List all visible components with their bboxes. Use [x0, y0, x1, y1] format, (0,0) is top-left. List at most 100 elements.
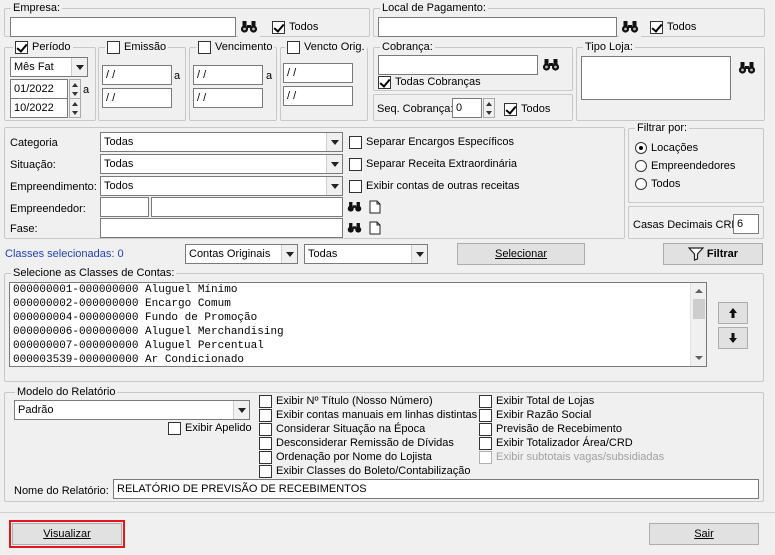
- spin-up-icon[interactable]: [70, 80, 80, 89]
- empreendedor-search-button[interactable]: [346, 198, 362, 216]
- emissao-from-input[interactable]: / /: [102, 65, 172, 85]
- modelo-option-checkbox[interactable]: Desconsiderar Remissão de Dívidas: [259, 436, 454, 450]
- radio-icon: [635, 178, 647, 190]
- list-item[interactable]: 000000001-000000000 Aluguel Mínimo: [10, 283, 706, 297]
- spin-up-icon[interactable]: [484, 99, 494, 108]
- chevron-down-icon[interactable]: [326, 177, 342, 195]
- chevron-down-icon[interactable]: [71, 58, 87, 76]
- modelo-option-checkbox[interactable]: Previsão de Recebimento: [479, 422, 622, 436]
- local-pagamento-todos-checkbox[interactable]: Todos: [650, 20, 696, 34]
- seq-cobranca-todos-checkbox[interactable]: Todos: [504, 102, 550, 116]
- visualizar-button[interactable]: Visualizar: [9, 520, 125, 548]
- seq-cobranca-spinner[interactable]: [483, 98, 495, 118]
- todas-cobrancas-checkbox[interactable]: Todas Cobranças: [378, 75, 481, 89]
- classes-todas-select[interactable]: Todas: [304, 244, 428, 264]
- sair-button[interactable]: Sair: [649, 523, 759, 545]
- situacao-select[interactable]: Todas: [100, 154, 343, 174]
- fase-input[interactable]: [100, 218, 343, 238]
- vencto-orig-checkbox-icon[interactable]: [287, 41, 300, 54]
- vencto-orig-legend[interactable]: Vencto Orig.: [285, 41, 367, 54]
- chevron-down-icon[interactable]: [233, 401, 249, 419]
- vencimento-checkbox-icon[interactable]: [198, 41, 211, 54]
- modelo-option-checkbox[interactable]: Exibir contas manuais em linhas distinta…: [259, 408, 477, 422]
- tipo-loja-input[interactable]: [581, 56, 731, 100]
- classes-scrollbar[interactable]: [690, 283, 706, 366]
- modelo-option-checkbox[interactable]: Ordenação por Nome do Lojista: [259, 450, 432, 464]
- separar-encargos-checkbox[interactable]: Separar Encargos Específicos: [349, 135, 514, 149]
- modelo-select[interactable]: Padrão: [14, 400, 250, 420]
- spin-down-icon[interactable]: [484, 108, 494, 117]
- periodo-from-input[interactable]: 01/2022: [10, 79, 68, 99]
- modelo-option-checkbox[interactable]: Considerar Situação na Época: [259, 422, 425, 436]
- list-item[interactable]: 000000004-000000000 Fundo de Promoção: [10, 311, 706, 325]
- modelo-option-checkbox[interactable]: Exibir Razão Social: [479, 408, 591, 422]
- periodo-from-spinner[interactable]: [69, 79, 81, 99]
- cobranca-search-button[interactable]: [540, 55, 562, 75]
- empresa-legend: Empresa:: [11, 2, 63, 15]
- modelo-option-checkbox[interactable]: Exibir subtotais vagas/subsidiadas: [479, 450, 664, 464]
- modelo-option-checkbox[interactable]: Exibir Totalizador Área/CRD: [479, 436, 633, 450]
- empreendedor-name-input[interactable]: [151, 197, 343, 217]
- empresa-todos-checkbox[interactable]: Todos: [272, 20, 318, 34]
- vencto-orig-to-input[interactable]: / /: [283, 86, 353, 106]
- spin-up-icon[interactable]: [70, 99, 80, 108]
- list-item[interactable]: 000000002-000000000 Encargo Comum: [10, 297, 706, 311]
- periodo-to-spinner[interactable]: [69, 98, 81, 118]
- fase-new-button[interactable]: [367, 219, 383, 237]
- vencto-orig-from-input[interactable]: / /: [283, 63, 353, 83]
- nome-relatorio-input[interactable]: RELATÓRIO DE PREVISÃO DE RECEBIMENTOS: [113, 479, 759, 499]
- chevron-down-icon[interactable]: [326, 133, 342, 151]
- selecionar-button[interactable]: Selecionar: [457, 243, 585, 265]
- seq-cobranca-input[interactable]: 0: [452, 98, 482, 118]
- move-up-button[interactable]: [718, 302, 748, 324]
- scroll-up-arrow-icon[interactable]: [691, 284, 706, 298]
- filtrar-todos-radio[interactable]: Todos: [635, 177, 680, 191]
- modelo-option-checkbox[interactable]: Exibir Classes do Boleto/Contabilização: [259, 464, 470, 478]
- vencimento-from-input[interactable]: / /: [193, 65, 263, 85]
- empreendimento-select[interactable]: Todos: [100, 176, 343, 196]
- scroll-down-arrow-icon[interactable]: [691, 351, 706, 365]
- emissao-legend[interactable]: Emissão: [105, 41, 169, 54]
- move-down-button[interactable]: [718, 327, 748, 349]
- separar-receita-checkbox[interactable]: Separar Receita Extraordinária: [349, 157, 517, 171]
- periodo-type-select[interactable]: Mês Fat: [10, 57, 88, 77]
- contas-originais-select[interactable]: Contas Originais: [185, 244, 298, 264]
- modelo-option-checkbox[interactable]: Exibir Total de Lojas: [479, 394, 594, 408]
- chevron-down-icon[interactable]: [411, 245, 427, 263]
- modelo-option-checkbox[interactable]: Exibir Nº Título (Nosso Número): [259, 394, 433, 408]
- spin-down-icon[interactable]: [70, 108, 80, 117]
- local-pagamento-search-button[interactable]: [619, 17, 641, 37]
- exibir-contas-checkbox[interactable]: Exibir contas de outras receitas: [349, 179, 519, 193]
- periodo-to-input[interactable]: 10/2022: [10, 98, 68, 118]
- vencimento-to-input[interactable]: / /: [193, 88, 263, 108]
- filtrar-button[interactable]: Filtrar: [663, 243, 763, 265]
- emissao-to-input[interactable]: / /: [102, 88, 172, 108]
- spin-down-icon[interactable]: [70, 89, 80, 98]
- emissao-checkbox-icon[interactable]: [107, 41, 120, 54]
- chevron-down-icon[interactable]: [281, 245, 297, 263]
- list-item[interactable]: 000003539-000000000 Ar Condicionado: [10, 353, 706, 366]
- scroll-thumb[interactable]: [693, 299, 705, 319]
- list-item[interactable]: 000000007-000000000 Aluguel Percentual: [10, 339, 706, 353]
- filtrar-locacoes-radio[interactable]: Locações: [635, 141, 698, 155]
- classes-contas-list[interactable]: 000000001-000000000 Aluguel Mínimo 000000…: [9, 282, 707, 367]
- tipo-loja-search-button[interactable]: [736, 58, 758, 78]
- cobranca-input[interactable]: [378, 55, 538, 75]
- vencimento-legend[interactable]: Vencimento: [196, 41, 275, 54]
- categoria-select[interactable]: Todas: [100, 132, 343, 152]
- casas-decimais-input[interactable]: 6: [733, 214, 759, 234]
- list-item[interactable]: 000000006-000000000 Aluguel Merchandisin…: [10, 325, 706, 339]
- periodo-legend[interactable]: Período: [13, 41, 73, 54]
- periodo-checkbox-icon[interactable]: [15, 41, 28, 54]
- exibir-apelido-checkbox[interactable]: Exibir Apelido: [168, 421, 252, 435]
- empreendedor-new-button[interactable]: [367, 198, 383, 216]
- empresa-search-button[interactable]: [238, 17, 260, 37]
- checkbox-icon: [479, 408, 492, 422]
- modelo-relatorio-legend: Modelo do Relatório: [15, 386, 118, 399]
- filtrar-empreendedores-radio[interactable]: Empreendedores: [635, 159, 735, 173]
- local-pagamento-input[interactable]: [378, 17, 617, 37]
- chevron-down-icon[interactable]: [326, 155, 342, 173]
- fase-search-button[interactable]: [346, 219, 362, 237]
- empresa-input[interactable]: [10, 17, 236, 37]
- empreendedor-code-input[interactable]: [100, 197, 149, 217]
